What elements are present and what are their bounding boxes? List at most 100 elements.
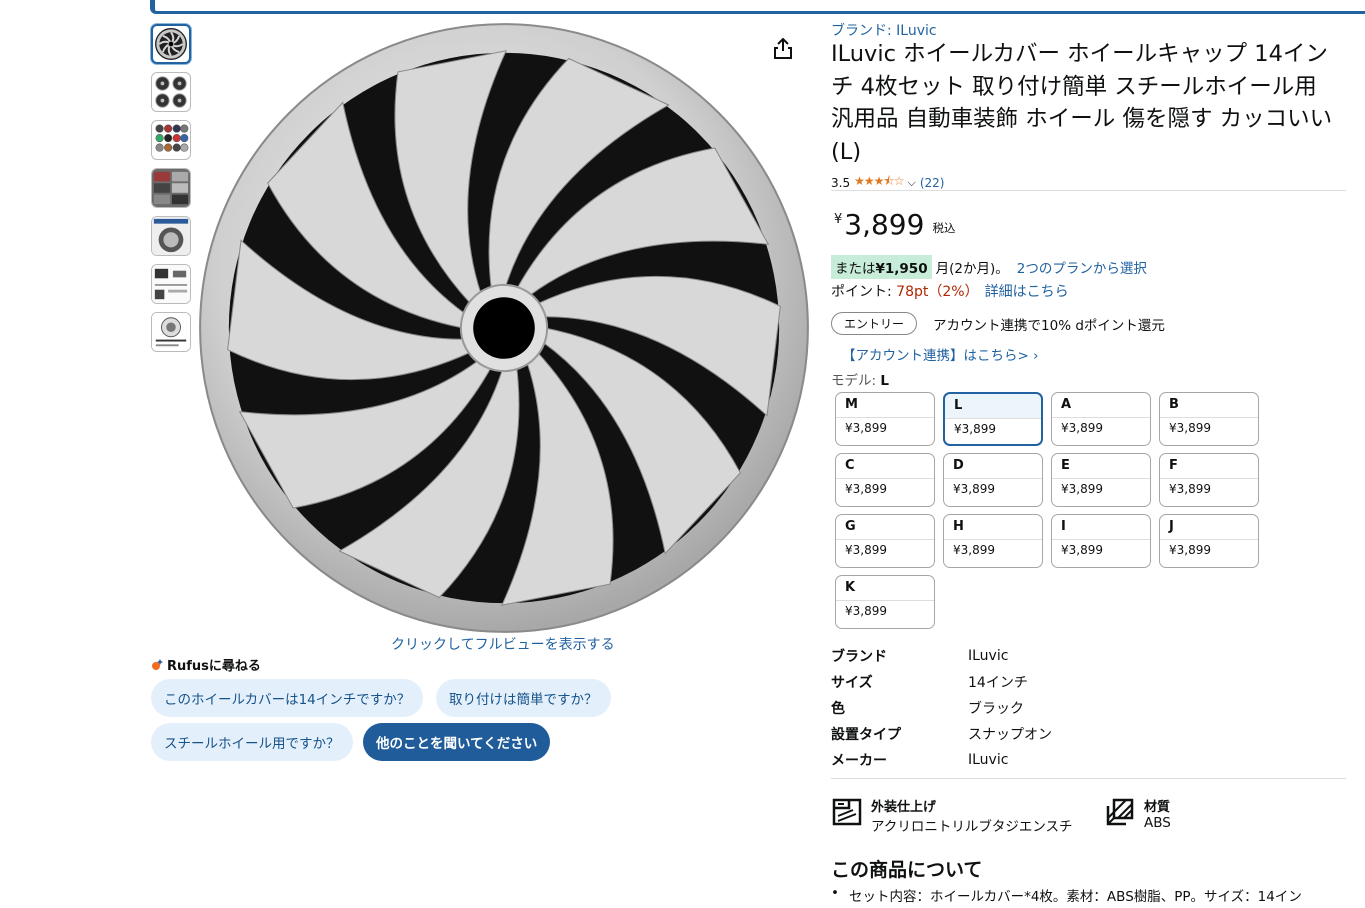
option-name: A — [1052, 393, 1150, 418]
main-product-image[interactable] — [196, 20, 812, 636]
thumbnail-7[interactable] — [151, 312, 191, 352]
share-icon[interactable] — [770, 36, 796, 62]
entry-text: アカウント連携で10% dポイント還元 — [933, 317, 1165, 334]
points-value: 78pt（2%） — [896, 284, 979, 300]
thumbnail-6[interactable] — [151, 264, 191, 304]
option-i[interactable]: I ¥3,899 — [1051, 514, 1151, 568]
chevron-down-icon[interactable]: ⌵ — [908, 176, 916, 190]
option-l[interactable]: L ¥3,899 — [943, 392, 1043, 446]
installment-badge: または¥1,950 — [831, 255, 932, 279]
model-selected: L — [880, 373, 889, 389]
option-j[interactable]: J ¥3,899 — [1159, 514, 1259, 568]
about-item-text: セット内容：ホイールカバー*4枚。素材：ABS樹脂、PP。サイズ：14イン — [849, 889, 1302, 905]
installment-row: または¥1,950 月(2か月)。 2つのプランから選択 — [831, 255, 1147, 279]
points-details-link[interactable]: 詳細はこちら — [985, 284, 1069, 300]
spec-row: 色 ブラック — [831, 695, 1052, 721]
option-name: E — [1052, 454, 1150, 479]
option-name: L — [945, 394, 1041, 419]
finish-icon — [832, 798, 862, 826]
divider — [831, 190, 1346, 191]
points-label: ポイント: — [831, 284, 897, 300]
installation-thumb-icon — [152, 217, 190, 255]
price-value: 3,899 — [844, 208, 925, 241]
feature-title: 外装仕上げ — [871, 800, 937, 815]
spec-key: 色 — [831, 701, 845, 717]
about-title: この商品について — [831, 859, 983, 881]
top-frame-border — [150, 0, 1365, 14]
option-price: ¥3,899 — [1169, 421, 1211, 435]
option-m[interactable]: M ¥3,899 — [835, 392, 935, 446]
option-price: ¥3,899 — [953, 543, 995, 557]
option-price: ¥3,899 — [845, 543, 887, 557]
thumbnail-2[interactable] — [151, 72, 191, 112]
review-count-link[interactable]: (22) — [920, 176, 945, 190]
installment-prefix: または — [835, 261, 876, 277]
rufus-chip-ask-other[interactable]: 他のことを聞いてください — [363, 723, 551, 761]
spec-key: ブランド — [831, 649, 887, 665]
price-tax-label: 税込 — [932, 221, 956, 235]
option-price: ¥3,899 — [1169, 543, 1211, 557]
spec-key: 設置タイプ — [831, 727, 901, 743]
rufus-chip-steel-wheel[interactable]: スチールホイール用ですか？ — [151, 723, 353, 761]
option-price: ¥3,899 — [953, 482, 995, 496]
material-icon — [1106, 798, 1134, 826]
spec-table: ブランド ILuvic サイズ 14インチ 色 ブラック 設置タイプ スナップオ… — [831, 643, 1052, 773]
entry-row: エントリー アカウント連携で10% dポイント還元 — [831, 312, 1165, 335]
spec-row: 設置タイプ スナップオン — [831, 721, 1052, 747]
spec-key: サイズ — [831, 675, 873, 691]
option-name: F — [1160, 454, 1258, 479]
wheel-set-thumb-icon — [155, 76, 187, 108]
spec-value: ILuvic — [968, 648, 1009, 664]
option-g[interactable]: G ¥3,899 — [835, 514, 935, 568]
entry-button[interactable]: エントリー — [831, 312, 918, 335]
option-e[interactable]: E ¥3,899 — [1051, 453, 1151, 507]
about-list-item: • セット内容：ホイールカバー*4枚。素材：ABS樹脂、PP。サイズ：14イン — [831, 885, 1302, 905]
option-price: ¥3,899 — [1061, 543, 1103, 557]
option-d[interactable]: D ¥3,899 — [943, 453, 1043, 507]
option-name: I — [1052, 515, 1150, 540]
bullet-icon: • — [831, 885, 839, 901]
option-price: ¥3,899 — [845, 482, 887, 496]
full-view-link[interactable]: クリックしてフルビューを表示する — [391, 634, 615, 654]
divider — [831, 778, 1346, 779]
points-row: ポイント: 78pt（2%） 詳細はこちら — [831, 281, 1069, 301]
price-symbol: ¥ — [834, 212, 843, 227]
option-name: K — [836, 576, 934, 601]
installment-plan-link[interactable]: 2つのプランから選択 — [1017, 257, 1147, 277]
rufus-heading: Rufusに尋ねる — [151, 655, 261, 674]
product-title: ILuvic ホイールカバー ホイールキャップ 14インチ 4枚セット 取り付け… — [831, 41, 1333, 165]
thumbnail-5[interactable] — [151, 216, 191, 256]
spec-key: メーカー — [831, 753, 887, 769]
installment-amount: ¥1,950 — [875, 261, 928, 277]
rufus-sparkle-icon — [152, 658, 163, 670]
thumbnail-3[interactable] — [151, 120, 191, 160]
account-link[interactable]: 【アカウント連携】はこちら> › — [842, 344, 1039, 364]
option-name: M — [836, 393, 934, 418]
option-k[interactable]: K ¥3,899 — [835, 575, 935, 629]
spec-row: ブランド ILuvic — [831, 643, 1052, 669]
color-variants-thumb-icon — [155, 124, 189, 152]
spec-value: ILuvic — [968, 752, 1009, 768]
thumbnail-1[interactable] — [151, 24, 191, 64]
details-thumb-icon — [152, 265, 190, 303]
option-c[interactable]: C ¥3,899 — [835, 453, 935, 507]
rufus-chip-14inch[interactable]: このホイールカバーは14インチですか？ — [151, 679, 424, 717]
wheel-thumb-icon — [155, 28, 187, 60]
feature-finish: 外装仕上げ アクリロニトリルブタジエンスチ — [831, 796, 1073, 835]
option-name: D — [944, 454, 1042, 479]
option-a[interactable]: A ¥3,899 — [1051, 392, 1151, 446]
option-b[interactable]: B ¥3,899 — [1159, 392, 1259, 446]
thumbnail-4[interactable] — [151, 168, 191, 208]
option-price: ¥3,899 — [1169, 482, 1211, 496]
rufus-chip-easy-install[interactable]: 取り付けは簡単ですか？ — [436, 679, 611, 717]
option-h[interactable]: H ¥3,899 — [943, 514, 1043, 568]
wheel-cover-image — [199, 23, 809, 633]
feature-value: アクリロニトリルブタジエンスチ — [871, 819, 1073, 835]
feature-value: ABS — [1144, 815, 1171, 831]
price: ¥ 3,899 税込 — [834, 208, 955, 241]
rating-value: 3.5 — [831, 175, 851, 190]
brand-link[interactable]: ブランド: ILuvic — [831, 20, 937, 40]
option-f[interactable]: F ¥3,899 — [1159, 453, 1259, 507]
option-price: ¥3,899 — [1061, 482, 1103, 496]
feature-title: 材質 — [1144, 800, 1171, 815]
